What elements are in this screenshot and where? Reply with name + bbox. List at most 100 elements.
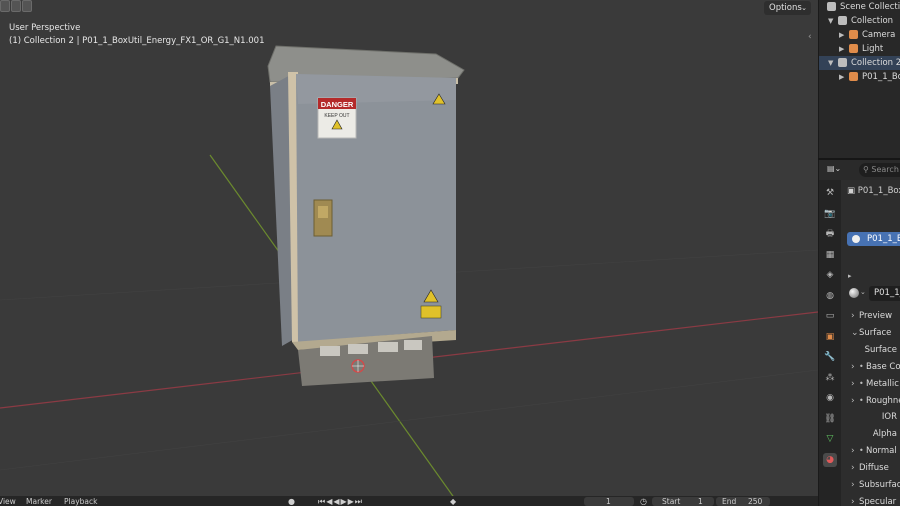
outliner-row[interactable]: Scene Collection	[819, 0, 900, 14]
clock-icon[interactable]: ◷	[640, 497, 648, 506]
object-mode-icon[interactable]	[0, 0, 10, 12]
output-icon[interactable]: 🖶	[823, 227, 837, 241]
property-label: Preview	[859, 311, 893, 321]
constraints-icon[interactable]: ⛓	[823, 412, 837, 426]
property-row[interactable]: › •Base Color	[843, 359, 900, 375]
properties-search-input[interactable]: ⚲ Search	[859, 163, 900, 177]
property-label: Diffuse	[859, 463, 889, 474]
property-label: Surface	[864, 344, 897, 355]
outliner-row[interactable]: ▼ Collection	[819, 14, 900, 28]
material-slot-label: P01_1_BoxUtil_Energy_FX1_OR_G1_N1.001	[867, 234, 900, 244]
object-type-icon: ▣	[847, 186, 856, 196]
property-row[interactable]: › Diffuse	[843, 460, 900, 476]
chevron-down-icon[interactable]: ⌄	[851, 325, 859, 341]
chevron-right-icon[interactable]: ›	[851, 359, 855, 375]
chevron-right-icon[interactable]: ›	[851, 393, 855, 409]
property-row[interactable]: ⌄ Surface	[843, 325, 900, 341]
end-frame-label: End	[722, 497, 737, 506]
property-label: Base Color	[866, 361, 900, 372]
property-row[interactable]: Surface	[843, 342, 900, 358]
editor-type-icon[interactable]: ▤⌄	[827, 164, 845, 176]
playback-controls-icon[interactable]: ⏮◀◀▶▶⏭	[318, 497, 363, 506]
material-slot-active[interactable]: P01_1_BoxUtil_Energy_FX1_OR_G1_N1.001	[847, 232, 900, 246]
breadcrumb-object: P01_1_BoxUtil_Energy_FX1_OR_G1_N1.001	[857, 186, 900, 196]
expand-right-icon[interactable]: ▶	[839, 28, 844, 42]
expand-right-icon[interactable]: ▶	[839, 70, 844, 84]
warning-label	[420, 305, 442, 319]
chevron-right-icon[interactable]: ›	[851, 460, 855, 476]
expand-right-icon[interactable]: ▶	[839, 42, 844, 56]
chevron-right-icon[interactable]: ›	[851, 443, 855, 459]
utility-cabinet-model[interactable]: DANGER KEEP OUT	[258, 40, 468, 390]
property-label: Normal	[866, 446, 897, 457]
modifier-icon[interactable]: 🔧	[823, 350, 837, 364]
collection-icon	[838, 58, 847, 67]
object-icon[interactable]: ▣	[823, 330, 837, 344]
expand-down-icon[interactable]: ▼	[828, 14, 833, 28]
3d-viewport[interactable]: Options ⌄ User Perspective (1) Collectio…	[0, 0, 818, 506]
property-label: Subsurface	[859, 480, 900, 490]
expand-down-icon[interactable]: ▼	[828, 56, 833, 70]
view-perspective-label: User Perspective	[9, 23, 81, 33]
material-selector[interactable]: ⌄ P01_1_BoxUtil_Energy_FX1_OR_G1_N1.001	[847, 286, 900, 301]
record-icon[interactable]: ●	[288, 497, 296, 506]
collection-icon	[838, 16, 847, 25]
outliner-row[interactable]: ▶ Light	[819, 42, 900, 56]
options-dropdown[interactable]: Options ⌄	[764, 1, 811, 15]
chevron-down-icon: ⌄	[801, 4, 807, 12]
timeline-menu-playback[interactable]: Playback	[64, 497, 97, 506]
physics-icon[interactable]: ◉	[823, 391, 837, 405]
outliner-row[interactable]: ▶ Camera	[819, 28, 900, 42]
outliner-row-label: Collection 2	[851, 58, 900, 68]
tool-icon[interactable]: ⚒	[823, 186, 837, 200]
property-label: Surface	[859, 327, 892, 338]
link-dot-icon: •	[859, 446, 864, 456]
light-icon	[849, 44, 858, 53]
outliner-row-label: Collection	[851, 16, 894, 26]
outliner-row[interactable]: ▼ Collection 2	[819, 56, 900, 70]
render-icon[interactable]: 📷	[823, 207, 837, 221]
viewport-info: User Perspective (1) Collection 2 | P01_…	[9, 22, 265, 47]
particles-icon[interactable]: ⁂	[823, 371, 837, 385]
property-label: Specular	[859, 496, 897, 506]
camera-icon	[849, 30, 858, 39]
timeline-menu-view[interactable]: View	[0, 497, 16, 506]
property-row[interactable]: › • Metallic	[843, 376, 900, 392]
options-label: Options	[769, 3, 802, 13]
chevron-right-icon[interactable]: ›	[851, 494, 855, 506]
end-frame-value: 250	[748, 497, 763, 506]
chevron-right-icon[interactable]: ›	[851, 376, 855, 392]
property-row[interactable]: › Preview	[843, 308, 900, 324]
slot-specials-icon[interactable]: ▸	[848, 272, 852, 280]
property-row[interactable]: › Subsurface	[843, 477, 900, 493]
sidebar-toggle-icon[interactable]: ‹	[808, 32, 812, 42]
property-row[interactable]: Alpha	[843, 426, 900, 442]
overlay-icon[interactable]	[22, 0, 32, 12]
keyframe-icon[interactable]: ◆	[450, 497, 457, 506]
property-label: IOR	[881, 412, 897, 423]
chevron-right-icon[interactable]: ›	[851, 308, 855, 324]
outliner-row[interactable]: ▶ P01_1_BoxUtil_Energy_FX1_OR_G1_N1.001	[819, 70, 900, 84]
current-frame-value: 1	[606, 497, 611, 506]
collection-icon[interactable]: ▭	[823, 309, 837, 323]
active-object-label: (1) Collection 2 | P01_1_BoxUtil_Energy_…	[9, 35, 265, 46]
scene-icon[interactable]: ◈	[823, 268, 837, 282]
material-icon[interactable]: ◕	[823, 452, 837, 467]
material-name-field[interactable]: P01_1_BoxUtil_Energy_FX1_OR_G1_N1.001	[869, 286, 900, 301]
chevron-right-icon[interactable]: ›	[851, 477, 855, 493]
property-row[interactable]: › • Normal	[843, 443, 900, 459]
property-row[interactable]: › Specular	[843, 494, 900, 506]
outliner-row-label: Light	[862, 44, 884, 54]
property-row[interactable]: › •Roughness	[843, 393, 900, 409]
material-preview-icon[interactable]	[849, 288, 859, 298]
view-layer-icon[interactable]: ▦	[823, 248, 837, 262]
chevron-down-icon[interactable]: ⌄	[860, 288, 866, 296]
start-frame-label: Start	[662, 497, 681, 506]
property-row[interactable]: IOR	[843, 409, 900, 425]
link-dot-icon: •	[859, 395, 864, 405]
data-icon[interactable]: ▽	[823, 432, 837, 446]
viewport-shading-icon[interactable]	[11, 0, 21, 12]
timeline-menu-marker[interactable]: Marker	[26, 497, 52, 506]
world-icon[interactable]: ◍	[823, 289, 837, 303]
properties-editor: ▤⌄ ⚲ Search ⚒ 📷 🖶 ▦ ◈ ◍ ▭ ▣ 🔧 ⁂ ◉ ⛓ ▽ ◕ ▣ P01_1_BoxUt…	[818, 160, 900, 506]
